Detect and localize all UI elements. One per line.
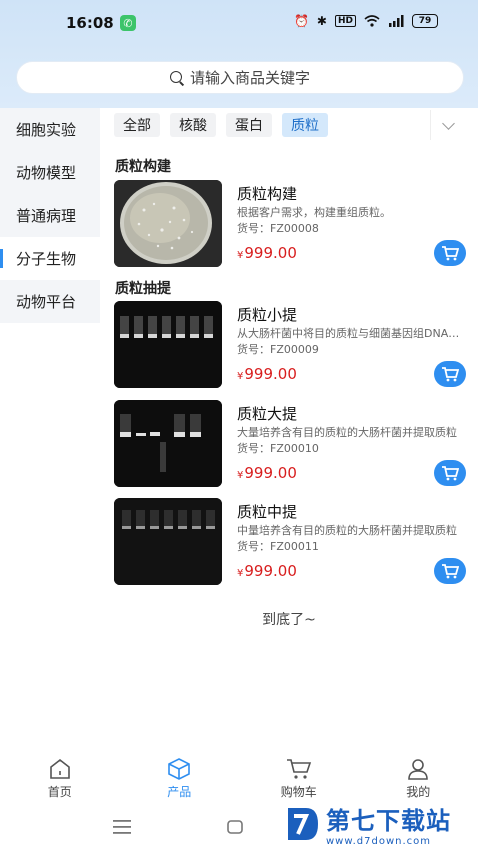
product-card[interactable]: 质粒大提 大量培养含有目的质粒的大肠杆菌并提取质粒 货号：FZ00010 ¥99… <box>114 400 466 488</box>
status-time: 16:08 <box>66 14 114 32</box>
product-price: ¥999.00 <box>237 244 297 262</box>
d7-logo-icon <box>288 808 318 840</box>
alarm-icon: ⏰ <box>293 14 309 28</box>
sidebar-item-animal-model[interactable]: 动物模型 <box>0 151 100 194</box>
end-of-list-text: 到底了~ <box>262 612 316 628</box>
product-price: ¥999.00 <box>237 562 297 580</box>
search-input[interactable]: 请输入商品关键字 <box>16 61 464 94</box>
sidebar-item-label: 动物平台 <box>16 293 77 311</box>
product-sku: 货号：FZ00011 <box>237 540 319 553</box>
currency-symbol: ¥ <box>237 470 244 481</box>
product-name: 质粒大提 <box>237 405 298 423</box>
product-image <box>114 498 222 585</box>
box-icon <box>168 758 191 780</box>
product-description: 大量培养含有目的质粒的大肠杆菌并提取质粒 <box>237 426 457 439</box>
wifi-icon <box>364 15 380 27</box>
sidebar-item-cell[interactable]: 细胞实验 <box>0 108 100 151</box>
sidebar-item-label: 动物模型 <box>16 164 77 182</box>
cart-icon <box>442 246 459 261</box>
add-to-cart-button[interactable] <box>434 558 466 584</box>
watermark-logo: 第七下载站 www.d7down.com <box>284 800 474 848</box>
phone-icon: ✆ <box>120 15 136 31</box>
sidebar-item-label: 分子生物 <box>16 250 77 268</box>
nav-label: 首页 <box>47 785 72 799</box>
product-image <box>114 400 222 487</box>
sidebar-item-animal-platform[interactable]: 动物平台 <box>0 280 100 323</box>
product-price: ¥999.00 <box>237 365 297 383</box>
system-nav-bar <box>0 812 280 842</box>
product-sku: 货号：FZ00010 <box>237 442 319 455</box>
product-card[interactable]: 质粒小提 从大肠杆菌中将目的质粒与细菌基因组DNA分离 货号：FZ00009 ¥… <box>114 301 466 389</box>
nav-label: 购物车 <box>280 785 317 799</box>
add-to-cart-button[interactable] <box>434 361 466 387</box>
add-to-cart-button[interactable] <box>434 240 466 266</box>
search-placeholder: 请输入商品关键字 <box>189 69 310 87</box>
sidebar-item-pathology[interactable]: 普通病理 <box>0 194 100 237</box>
chevron-down-icon <box>442 116 455 130</box>
product-price: ¥999.00 <box>237 464 297 482</box>
nav-profile[interactable]: 我的 <box>359 750 478 806</box>
bottom-nav: 首页 产品 购物车 我的 <box>0 750 478 806</box>
currency-symbol: ¥ <box>237 568 244 579</box>
cart-icon <box>442 564 459 579</box>
price-value: 999.00 <box>244 365 297 383</box>
status-icons: ⏰ ✱ HD 79 <box>294 14 438 28</box>
product-sku: 货号：FZ00009 <box>237 343 319 356</box>
sidebar-item-label: 细胞实验 <box>16 121 77 139</box>
section-title: 质粒构建 <box>115 159 171 175</box>
signal-icon <box>389 15 404 27</box>
watermark-title: 第七下载站 <box>326 807 451 835</box>
product-description: 从大肠杆菌中将目的质粒与细菌基因组DNA分离 <box>237 327 465 340</box>
price-value: 999.00 <box>244 562 297 580</box>
currency-symbol: ¥ <box>237 250 244 261</box>
cart-icon <box>442 367 459 382</box>
cart-icon <box>286 759 311 779</box>
category-sidebar: 细胞实验 动物模型 普通病理 分子生物 动物平台 <box>0 108 100 323</box>
expand-tabs-button[interactable] <box>430 110 466 140</box>
price-value: 999.00 <box>244 244 297 262</box>
search-icon <box>169 70 184 85</box>
currency-symbol: ¥ <box>237 371 244 382</box>
hd-icon: HD <box>334 15 356 27</box>
bluetooth-icon: ✱ <box>316 14 327 28</box>
product-name: 质粒小提 <box>237 306 298 324</box>
add-to-cart-button[interactable] <box>434 460 466 486</box>
tab-plasmid[interactable]: 质粒 <box>282 113 328 137</box>
status-bar: 16:08 ✆ ⏰ ✱ HD 79 <box>0 0 478 46</box>
product-image <box>114 180 222 267</box>
nav-home[interactable]: 首页 <box>0 750 120 806</box>
watermark-url: www.d7down.com <box>326 836 432 847</box>
tab-protein[interactable]: 蛋白 <box>226 113 272 137</box>
product-name: 质粒中提 <box>237 503 298 521</box>
cart-icon <box>442 466 459 481</box>
product-card[interactable]: 质粒构建 根据客户需求，构建重组质粒。 货号：FZ00008 ¥999.00 <box>114 180 466 268</box>
nav-label: 产品 <box>167 785 192 799</box>
product-name: 质粒构建 <box>237 185 298 203</box>
nav-products[interactable]: 产品 <box>120 750 240 806</box>
product-description: 根据客户需求，构建重组质粒。 <box>237 206 391 219</box>
category-tabs: 全部 核酸 蛋白 质粒 <box>114 113 328 137</box>
user-icon <box>408 759 429 780</box>
tab-all[interactable]: 全部 <box>114 113 160 137</box>
product-sku: 货号：FZ00008 <box>237 222 319 235</box>
section-title: 质粒抽提 <box>115 281 171 297</box>
nav-cart[interactable]: 购物车 <box>239 750 359 806</box>
tab-nucleic-acid[interactable]: 核酸 <box>170 113 216 137</box>
home-square-icon[interactable] <box>227 820 243 834</box>
product-image <box>114 301 222 388</box>
price-value: 999.00 <box>244 464 297 482</box>
sidebar-item-label: 普通病理 <box>16 207 77 225</box>
sidebar-item-molecular[interactable]: 分子生物 <box>0 237 100 280</box>
battery-icon: 79 <box>412 14 438 28</box>
menu-icon[interactable] <box>113 820 131 834</box>
home-icon <box>49 758 70 779</box>
product-card[interactable]: 质粒中提 中量培养含有目的质粒的大肠杆菌并提取质粒 货号：FZ00011 ¥99… <box>114 498 466 586</box>
nav-label: 我的 <box>406 785 431 799</box>
product-description: 中量培养含有目的质粒的大肠杆菌并提取质粒 <box>237 524 457 537</box>
